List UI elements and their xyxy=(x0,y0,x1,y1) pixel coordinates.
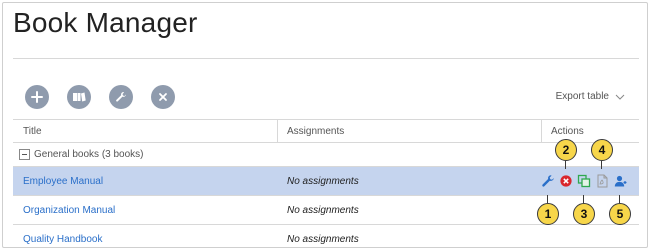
settings-button[interactable] xyxy=(109,85,133,109)
wrench-icon xyxy=(115,91,127,103)
callout-leader xyxy=(619,195,620,203)
book-title-link[interactable]: Quality Handbook xyxy=(23,225,103,247)
column-header-assignments[interactable]: Assignments xyxy=(287,120,344,143)
callout-leader xyxy=(565,161,566,169)
assign-user-icon[interactable] xyxy=(613,174,627,188)
page-title: Book Manager xyxy=(13,7,198,38)
callout-5: 5 xyxy=(609,203,631,225)
pdf-icon[interactable] xyxy=(595,174,609,188)
callout-4: 4 xyxy=(591,139,613,161)
book-manager-panel: Book Manager Export table Title Assignme… xyxy=(2,2,648,248)
group-label: General books (3 books) xyxy=(34,148,144,160)
callout-leader xyxy=(547,195,548,203)
chevron-down-icon xyxy=(615,94,625,100)
title-divider xyxy=(13,58,639,59)
export-table-dropdown[interactable]: Export table xyxy=(556,91,625,102)
table-row[interactable]: Employee Manual No assignments xyxy=(13,167,639,196)
books-table: Title Assignments Actions General books … xyxy=(13,119,639,247)
assignments-value: No assignments xyxy=(287,234,359,245)
column-header-title[interactable]: Title xyxy=(23,120,42,143)
table-row[interactable]: Quality Handbook No assignments xyxy=(13,225,639,247)
plus-icon xyxy=(31,91,43,103)
remove-button[interactable] xyxy=(151,85,175,109)
callout-leader xyxy=(583,195,584,203)
open-books-button[interactable] xyxy=(67,85,91,109)
column-divider[interactable] xyxy=(541,120,542,143)
callout-leader xyxy=(601,161,602,169)
callout-3: 3 xyxy=(573,203,595,225)
close-icon xyxy=(158,92,168,102)
collapse-toggle[interactable] xyxy=(19,149,30,160)
assignments-value: No assignments xyxy=(287,205,359,216)
callout-2: 2 xyxy=(555,139,577,161)
duplicate-icon[interactable] xyxy=(577,174,591,188)
book-title-link[interactable]: Employee Manual xyxy=(23,167,103,196)
delete-icon[interactable] xyxy=(559,174,573,188)
export-table-label: Export table xyxy=(555,91,609,102)
wrench-icon[interactable] xyxy=(541,174,555,188)
add-book-button[interactable] xyxy=(25,85,49,109)
book-title-link[interactable]: Organization Manual xyxy=(23,196,115,225)
books-icon xyxy=(72,91,86,103)
table-header: Title Assignments Actions xyxy=(13,119,639,143)
column-divider[interactable] xyxy=(277,120,278,143)
assignments-value: No assignments xyxy=(287,176,359,187)
callout-1: 1 xyxy=(537,203,559,225)
group-row[interactable]: General books (3 books) xyxy=(13,143,639,167)
